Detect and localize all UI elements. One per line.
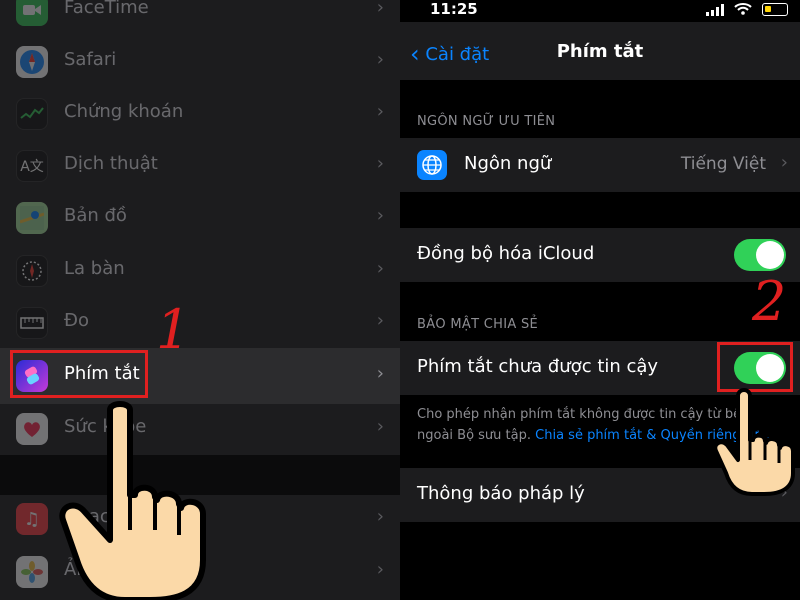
language-value: Tiếng Việt xyxy=(680,154,766,174)
chevron-right-icon: › xyxy=(376,205,384,226)
chevron-right-icon: › xyxy=(780,152,788,173)
photos-icon xyxy=(16,556,48,588)
settings-row-translate[interactable]: A文 Dịch thuật › xyxy=(0,140,400,192)
settings-row-label: Bản đồ xyxy=(64,205,127,226)
chevron-right-icon: › xyxy=(376,153,384,174)
navigation-bar: ‹ Cài đặt Phím tắt xyxy=(400,22,800,80)
chevron-right-icon: › xyxy=(376,506,384,527)
untrusted-shortcuts-label: Phím tắt chưa được tin cậy xyxy=(417,356,659,377)
chevron-right-icon: › xyxy=(376,49,384,70)
highlight-box-shortcuts xyxy=(10,350,148,398)
pointing-hand-icon xyxy=(713,388,795,496)
music-icon: ♫ xyxy=(16,503,48,535)
icloud-sync-label: Đồng bộ hóa iCloud xyxy=(417,243,595,264)
chevron-right-icon: › xyxy=(376,0,384,18)
translate-icon: A文 xyxy=(16,150,48,182)
status-bar: 11:25 xyxy=(400,0,800,22)
compass-icon xyxy=(16,255,48,287)
settings-row-compass[interactable]: La bàn › xyxy=(0,245,400,297)
pointing-hand-icon xyxy=(59,401,206,600)
measure-icon xyxy=(16,307,48,339)
chevron-right-icon: › xyxy=(376,559,384,580)
toggle-knob xyxy=(756,241,784,269)
highlight-box-toggle xyxy=(717,342,793,392)
facetime-icon xyxy=(16,0,48,26)
stocks-icon xyxy=(16,98,48,130)
step-number-2: 2 xyxy=(752,270,787,333)
section-header-language: NGÔN NGỮ ƯU TIÊN xyxy=(417,114,556,129)
chevron-right-icon: › xyxy=(376,363,384,384)
chevron-right-icon: › xyxy=(376,258,384,279)
health-icon xyxy=(16,413,48,445)
settings-row-safari[interactable]: Safari › xyxy=(0,36,400,88)
maps-icon xyxy=(16,202,48,234)
section-header-sharing-security: BẢO MẬT CHIA SẺ xyxy=(417,317,539,332)
settings-list-panel: FaceTime › Safari › Chứng khoán › A文 Dịc… xyxy=(0,0,400,600)
globe-icon xyxy=(417,150,447,180)
language-row[interactable]: Ngôn ngữ Tiếng Việt › xyxy=(400,138,800,192)
settings-row-label: Safari xyxy=(64,49,117,70)
safari-icon xyxy=(16,46,48,78)
page-title: Phím tắt xyxy=(556,41,644,62)
settings-row-stocks[interactable]: Chứng khoán › xyxy=(0,88,400,140)
footer-text-line2: ngoài Bộ sưu tập. xyxy=(417,428,531,443)
cellular-signal-icon xyxy=(706,4,724,16)
settings-row-facetime[interactable]: FaceTime › xyxy=(0,0,400,36)
settings-row-maps[interactable]: Bản đồ › xyxy=(0,192,400,244)
settings-row-label: Chứng khoán xyxy=(64,101,184,122)
settings-row-measure[interactable]: Đo › xyxy=(0,297,400,349)
chevron-right-icon: › xyxy=(376,101,384,122)
icloud-sync-toggle[interactable] xyxy=(734,239,786,271)
shortcuts-settings-panel: 11:25 ‹ Cài đặt Phím tắt NGÔN NGỮ ƯU TIÊ… xyxy=(400,0,800,600)
step-number-1: 1 xyxy=(156,298,191,361)
wifi-icon xyxy=(734,2,752,19)
legal-notice-label: Thông báo pháp lý xyxy=(417,483,585,504)
status-time: 11:25 xyxy=(430,0,478,18)
settings-row-label: Đo xyxy=(64,310,89,331)
settings-row-label: Dịch thuật xyxy=(64,153,158,174)
language-label: Ngôn ngữ xyxy=(464,153,552,174)
chevron-right-icon: › xyxy=(376,310,384,331)
icloud-sync-row: Đồng bộ hóa iCloud xyxy=(400,228,800,282)
settings-row-label: La bàn xyxy=(64,258,125,279)
chevron-right-icon: › xyxy=(376,416,384,437)
battery-icon xyxy=(762,3,788,16)
settings-row-label: FaceTime xyxy=(64,0,149,18)
